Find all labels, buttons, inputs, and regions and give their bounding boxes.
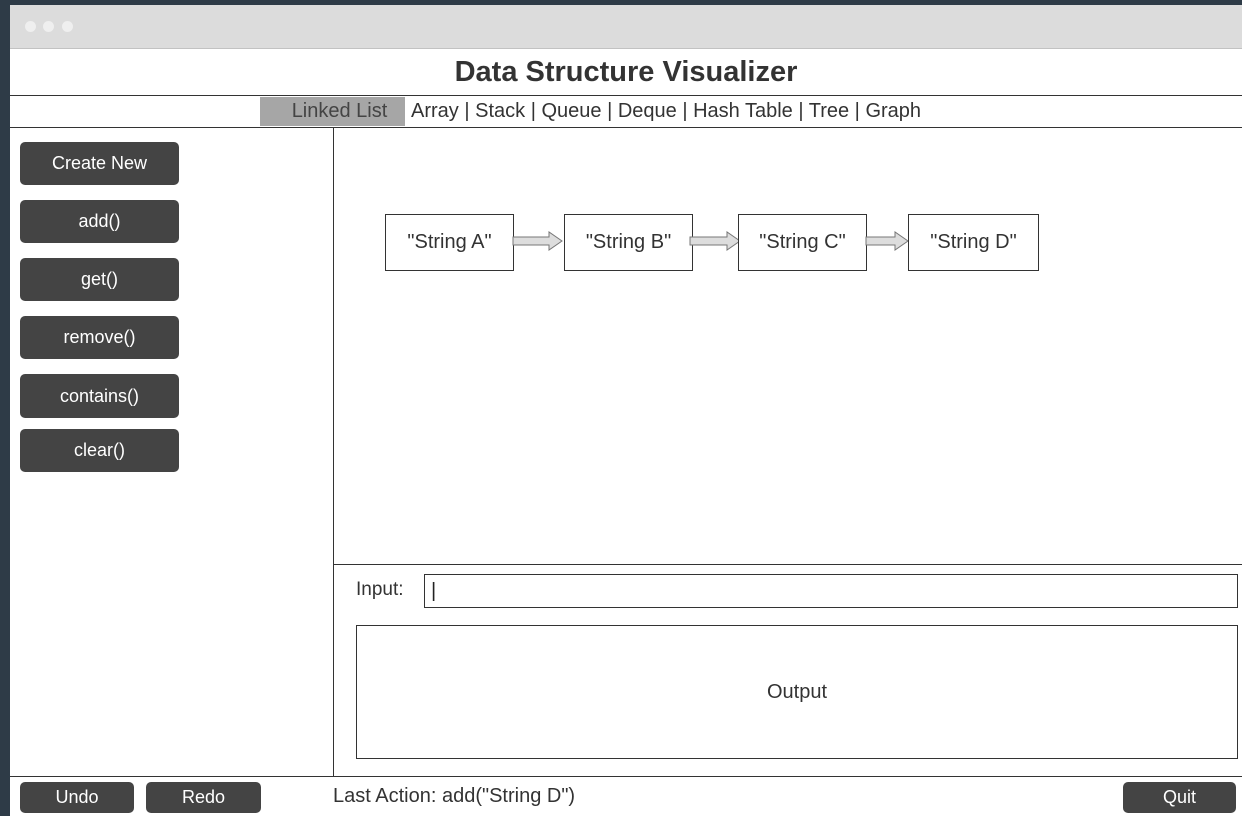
right-arrow-icon xyxy=(512,231,563,251)
output-label: Output xyxy=(766,680,828,703)
tab-separator: | xyxy=(601,100,618,122)
tab-stack[interactable]: Stack xyxy=(475,100,525,122)
page-title: Data Structure Visualizer xyxy=(454,56,798,88)
get-button[interactable]: get() xyxy=(20,258,179,301)
right-arrow-icon xyxy=(689,231,741,251)
list-node[interactable]: "String B" xyxy=(564,214,693,271)
tab-graph[interactable]: Graph xyxy=(865,100,921,122)
list-node[interactable]: "String C" xyxy=(738,214,867,271)
tab-separator: | xyxy=(792,100,809,122)
tab-hash-table[interactable]: Hash Table xyxy=(693,100,793,122)
tab-tree[interactable]: Tree xyxy=(809,100,849,122)
clear-button[interactable]: clear() xyxy=(20,429,179,472)
quit-button[interactable]: Quit xyxy=(1123,782,1236,813)
tab-separator: | xyxy=(676,100,694,122)
bottom-bar: Undo Redo Last Action: add("String D") Q… xyxy=(10,776,1242,816)
list-node[interactable]: "String A" xyxy=(385,214,514,271)
tab-deque[interactable]: Deque xyxy=(618,100,677,122)
input-field[interactable] xyxy=(424,574,1238,608)
app-window: Data Structure Visualizer Linked List Ar… xyxy=(10,5,1242,816)
tab-separator: | xyxy=(849,100,866,122)
sidebar-divider xyxy=(333,127,334,776)
tab-bar: Linked List Array | Stack | Queue | Dequ… xyxy=(10,95,1242,128)
tab-separator: | xyxy=(525,100,542,122)
list-node[interactable]: "String D" xyxy=(908,214,1039,271)
window-titlebar xyxy=(10,5,1242,49)
maximize-window-icon[interactable] xyxy=(62,21,73,32)
tab-queue[interactable]: Queue xyxy=(541,100,601,122)
tab-linked-list[interactable]: Linked List xyxy=(260,97,405,126)
canvas-divider xyxy=(334,564,1242,565)
remove-button[interactable]: remove() xyxy=(20,316,179,359)
contains-button[interactable]: contains() xyxy=(20,374,179,418)
add-button[interactable]: add() xyxy=(20,200,179,243)
close-window-icon[interactable] xyxy=(25,21,36,32)
last-action-status: Last Action: add("String D") xyxy=(333,785,576,807)
undo-button[interactable]: Undo xyxy=(20,782,134,813)
tab-links: Array | Stack | Queue | Deque | Hash Tab… xyxy=(411,97,921,126)
tab-separator: | xyxy=(458,100,476,122)
tab-array[interactable]: Array xyxy=(411,100,459,122)
redo-button[interactable]: Redo xyxy=(146,782,261,813)
right-arrow-icon xyxy=(865,231,909,251)
create-new-button[interactable]: Create New xyxy=(20,142,179,185)
output-panel: Output xyxy=(356,625,1238,759)
input-label: Input: xyxy=(356,579,404,600)
minimize-window-icon[interactable] xyxy=(43,21,54,32)
